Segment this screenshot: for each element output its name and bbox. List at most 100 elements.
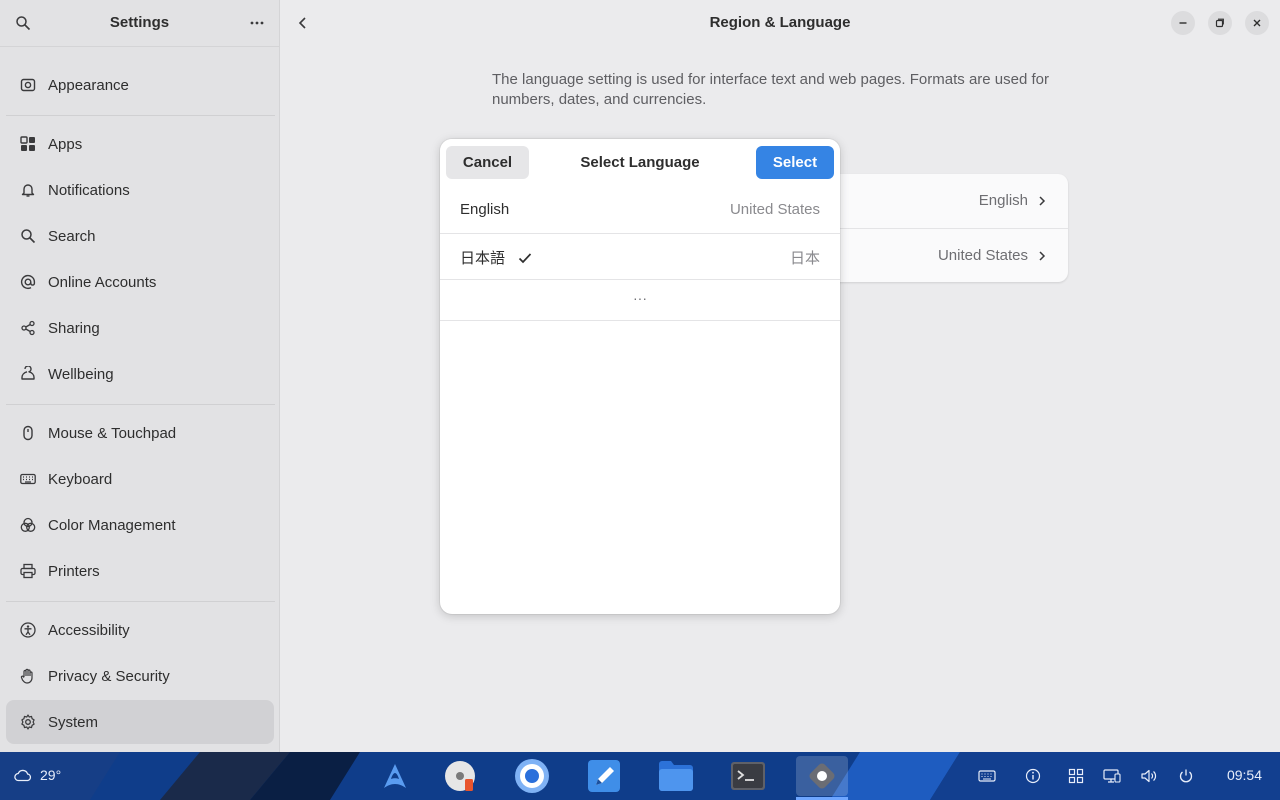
more-languages-label: ··· (633, 290, 647, 306)
bell-icon (21, 184, 35, 197)
close-icon (1253, 19, 1261, 27)
region-description: The language setting is used for interfa… (492, 71, 1049, 108)
search-icon (21, 229, 36, 244)
restore-icon (1215, 18, 1224, 28)
sidebar-item-online-accounts[interactable]: Online Accounts (6, 260, 274, 304)
display-icon (1103, 769, 1121, 783)
accessibility-icon (20, 622, 36, 638)
taskbar: 29° 09:54 (0, 752, 1280, 800)
power-icon (1179, 769, 1193, 783)
sidebar-item-label: Keyboard (48, 470, 113, 488)
dock-browser[interactable] (508, 756, 556, 796)
tray-workspaces[interactable] (1066, 766, 1086, 786)
sidebar-item-label: Online Accounts (48, 273, 157, 291)
more-icon (250, 21, 264, 25)
sidebar-item-accessibility[interactable]: Accessibility (6, 608, 274, 652)
sidebar: Appearance Apps Notifications Search Onl… (0, 0, 280, 752)
language-name-label: English (460, 201, 510, 218)
sidebar-divider (6, 601, 275, 602)
select-language-dialog: Cancel Select Language Select English Un… (440, 139, 840, 614)
settings-app-icon (809, 763, 835, 789)
apps-icon (20, 136, 35, 151)
sidebar-item-label: Color Management (48, 516, 176, 534)
select-button[interactable]: Select (756, 146, 834, 179)
sidebar-item-label: Privacy & Security (48, 667, 170, 685)
sidebar-item-label: Wellbeing (48, 365, 114, 383)
language-option-english[interactable]: English United States (440, 187, 840, 234)
sidebar-item-wellbeing[interactable]: Wellbeing (6, 352, 274, 396)
hand-icon (20, 668, 33, 684)
language-name: 日本語 (460, 247, 533, 268)
sidebar-item-appearance[interactable]: Appearance (6, 63, 274, 107)
close-button[interactable] (1245, 11, 1269, 35)
tray-info[interactable] (1023, 766, 1043, 786)
chevron-right-icon (1039, 195, 1046, 206)
settings-window: Appearance Apps Notifications Search Onl… (0, 0, 1280, 752)
sidebar-item-label: Appearance (48, 76, 129, 94)
keyboard-layout-icon (978, 770, 996, 782)
tray-display[interactable] (1102, 766, 1122, 786)
language-region: 日本 (789, 250, 820, 267)
text-editor-icon (588, 760, 620, 792)
language-row[interactable]: English (979, 192, 1048, 209)
sidebar-item-search[interactable]: Search (6, 214, 274, 258)
language-name: English (460, 201, 509, 218)
keyboard-icon (20, 473, 36, 485)
browser-icon (515, 759, 549, 793)
sidebar-item-system[interactable]: System (6, 700, 274, 744)
share-icon (21, 320, 35, 336)
tray-power[interactable] (1176, 766, 1196, 786)
dialog-header: Cancel Select Language Select (440, 139, 840, 185)
appearance-icon (20, 78, 36, 92)
clock[interactable]: 09:54 (1227, 767, 1262, 783)
sidebar-item-sharing[interactable]: Sharing (6, 306, 274, 350)
minimize-icon (1179, 22, 1187, 24)
weather-widget[interactable]: 29° (14, 767, 61, 783)
sidebar-item-label: Search (48, 227, 96, 245)
dock-terminal[interactable] (724, 756, 772, 796)
dock-text-editor[interactable] (580, 756, 628, 796)
language-name-label: 日本語 (460, 250, 506, 267)
language-value: English (978, 192, 1028, 209)
sidebar-item-label: Apps (48, 135, 83, 153)
sidebar-item-label: Sharing (48, 319, 100, 337)
sidebar-item-privacy-security[interactable]: Privacy & Security (6, 654, 274, 698)
language-option-japanese[interactable]: 日本語 日本 (440, 233, 840, 280)
arch-launcher-icon (384, 764, 406, 788)
wellbeing-icon (21, 366, 35, 380)
main-menu-button[interactable] (242, 8, 272, 38)
sidebar-item-printers[interactable]: Printers (6, 549, 274, 593)
dock-arch-launcher[interactable] (371, 756, 419, 796)
sidebar-item-label: System (48, 713, 99, 731)
sidebar-divider (6, 404, 275, 405)
more-languages-button[interactable]: ··· (440, 280, 840, 321)
files-icon (659, 761, 693, 791)
dock-settings[interactable] (796, 756, 848, 800)
maximize-button[interactable] (1208, 11, 1232, 35)
gear-icon (21, 714, 35, 730)
card-divider (820, 228, 1068, 229)
sidebar-divider (6, 115, 275, 116)
region-settings-card: English United States (820, 174, 1068, 282)
sidebar-item-notifications[interactable]: Notifications (6, 168, 274, 212)
sidebar-item-apps[interactable]: Apps (6, 122, 274, 166)
printer-icon (20, 563, 36, 579)
formats-value: United States (937, 247, 1028, 264)
color-icon (20, 517, 36, 532)
disk-utility-icon (445, 761, 475, 791)
sidebar-item-mouse-touchpad[interactable]: Mouse & Touchpad (6, 411, 274, 455)
tray-volume[interactable] (1139, 766, 1159, 786)
minimize-button[interactable] (1171, 11, 1195, 35)
dock-disk-utility[interactable] (436, 756, 484, 796)
sidebar-item-keyboard[interactable]: Keyboard (6, 457, 274, 501)
workspaces-icon (1068, 768, 1084, 784)
sidebar-item-color-management[interactable]: Color Management (6, 503, 274, 547)
sidebar-header: Settings (0, 0, 279, 47)
tray-keyboard-layout[interactable] (977, 766, 997, 786)
dock-files[interactable] (652, 756, 700, 796)
language-region: United States (729, 201, 820, 218)
sidebar-item-label: Printers (48, 562, 100, 580)
checkmark-icon (518, 252, 532, 263)
page-title: Region & Language (709, 14, 851, 31)
formats-row[interactable]: United States (938, 247, 1048, 264)
